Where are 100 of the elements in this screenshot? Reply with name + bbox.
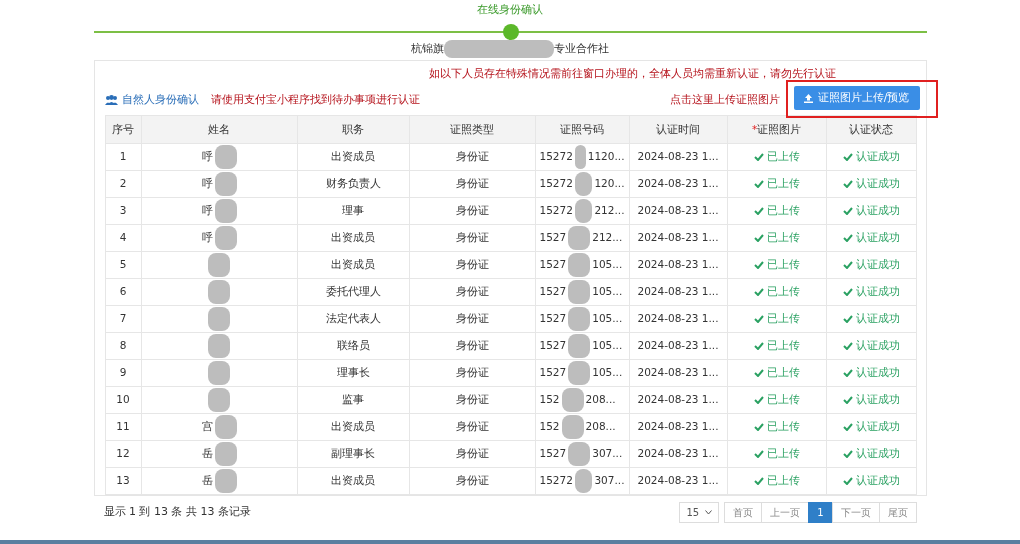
table-cell: 身份证 xyxy=(409,197,535,225)
table-cell: 委托代理人 xyxy=(297,278,409,306)
id-number-text: 1527 xyxy=(539,230,567,246)
table-cell: 5 xyxy=(105,251,141,279)
pagination-button[interactable]: 下一页 xyxy=(831,502,880,523)
table-cell: 监事 xyxy=(297,386,409,414)
id-number-text: 105... xyxy=(592,257,623,273)
table-cell: 2024-08-23 1... xyxy=(629,386,727,414)
id-number-text: 1120... xyxy=(587,149,625,165)
verification-status: 认证成功 xyxy=(842,231,900,244)
table-cell: 身份证 xyxy=(409,413,535,441)
verification-status: 认证成功 xyxy=(842,366,900,379)
check-icon xyxy=(842,369,853,378)
table-cell: 2024-08-23 1... xyxy=(629,359,727,387)
id-number-text: 1527 xyxy=(539,284,567,300)
check-icon xyxy=(753,450,764,459)
table-cell: 2024-08-23 1... xyxy=(629,413,727,441)
id-number-text: 15272 xyxy=(539,176,573,192)
table-cell: 1 xyxy=(105,143,141,171)
pagination-button[interactable]: 首页 xyxy=(724,502,763,523)
redaction-smear xyxy=(214,145,237,169)
table-cell: 出资成员 xyxy=(297,467,409,495)
id-number-text: 105... xyxy=(592,365,623,381)
check-icon xyxy=(753,477,764,486)
company-name: 杭锦旗 xyxy=(411,41,444,57)
table-cell: 身份证 xyxy=(409,305,535,333)
check-icon xyxy=(842,423,853,432)
table-cell: 身份证 xyxy=(409,440,535,468)
verification-status: 认证成功 xyxy=(842,312,900,325)
verification-status: 认证成功 xyxy=(842,204,900,217)
redaction-smear xyxy=(214,469,237,493)
redaction-smear xyxy=(214,442,237,466)
id-number-text: 212... xyxy=(592,230,623,246)
id-number-text: 1527 xyxy=(539,365,567,381)
table-cell: 9 xyxy=(105,359,141,387)
verification-status: 认证成功 xyxy=(842,447,900,460)
redaction-smear xyxy=(214,199,237,223)
record-summary: 显示 1 到 13 条 共 13 条记录 xyxy=(103,504,251,521)
name-text: 呼 xyxy=(201,230,213,246)
table-cell: 身份证 xyxy=(409,224,535,252)
upload-status: 已上传 xyxy=(753,420,800,433)
redaction-smear xyxy=(574,172,593,196)
table-cell: 身份证 xyxy=(409,467,535,495)
table-cell: 2024-08-23 1... xyxy=(629,332,727,360)
redaction-smear xyxy=(561,415,584,439)
verification-status: 认证成功 xyxy=(842,285,900,298)
check-icon xyxy=(842,477,853,486)
pagination-button[interactable]: 上一页 xyxy=(761,502,810,523)
table-cell: 3 xyxy=(105,197,141,225)
verification-status: 认证成功 xyxy=(842,150,900,163)
pagination-button[interactable]: 1 xyxy=(808,502,833,523)
redaction-smear xyxy=(561,388,584,412)
verification-status: 认证成功 xyxy=(842,177,900,190)
check-icon xyxy=(753,369,764,378)
check-icon xyxy=(842,207,853,216)
redaction-smear xyxy=(214,172,237,196)
redaction-smear xyxy=(208,307,230,331)
check-icon xyxy=(842,396,853,405)
id-number-text: 1527 xyxy=(539,311,567,327)
instruction-text: 请使用支付宝小程序找到待办事项进行认证 xyxy=(210,91,420,108)
id-number-text: 208... xyxy=(585,419,616,435)
table-cell: 身份证 xyxy=(409,143,535,171)
table-cell: 理事 xyxy=(297,197,409,225)
redaction-smear xyxy=(208,361,230,385)
required-mark: * xyxy=(751,122,758,135)
redaction-smear xyxy=(208,334,230,358)
table-cell: 联络员 xyxy=(297,332,409,360)
name-text: 宫 xyxy=(201,419,213,435)
table-cell: 身份证 xyxy=(409,170,535,198)
table-cell: 4 xyxy=(105,224,141,252)
page-size-select[interactable]: 15 xyxy=(679,502,720,523)
upload-icon xyxy=(803,93,813,103)
upload-status: 已上传 xyxy=(753,150,800,163)
upload-button[interactable]: 证照图片上传/预览 xyxy=(793,85,920,111)
check-icon xyxy=(753,234,764,243)
pagination-button[interactable]: 尾页 xyxy=(878,502,917,523)
id-number-text: 152 xyxy=(539,419,560,435)
name-text: 岳 xyxy=(201,473,213,489)
verification-status: 认证成功 xyxy=(842,258,900,271)
check-icon xyxy=(842,153,853,162)
redaction-smear xyxy=(574,469,593,493)
table-cell: 2024-08-23 1... xyxy=(629,197,727,225)
upload-status: 已上传 xyxy=(753,339,800,352)
id-number-text: 152 xyxy=(539,392,560,408)
table-cell: 13 xyxy=(105,467,141,495)
upload-status: 已上传 xyxy=(753,177,800,190)
table-cell: 理事长 xyxy=(297,359,409,387)
redaction-smear xyxy=(574,199,593,223)
redaction-smear xyxy=(568,442,591,466)
redaction-smear xyxy=(214,415,237,439)
table-cell: 11 xyxy=(105,413,141,441)
table-cell: 出资成员 xyxy=(297,143,409,171)
table-cell: 8 xyxy=(105,332,141,360)
id-number-text: 15272 xyxy=(539,203,573,219)
section-title: 自然人身份确认 xyxy=(121,91,199,108)
table-cell: 2024-08-23 1... xyxy=(629,143,727,171)
id-number-text: 105... xyxy=(592,284,623,300)
redaction-smear xyxy=(208,388,230,412)
redaction-smear xyxy=(568,226,591,250)
column-header: 姓名 xyxy=(141,115,297,144)
